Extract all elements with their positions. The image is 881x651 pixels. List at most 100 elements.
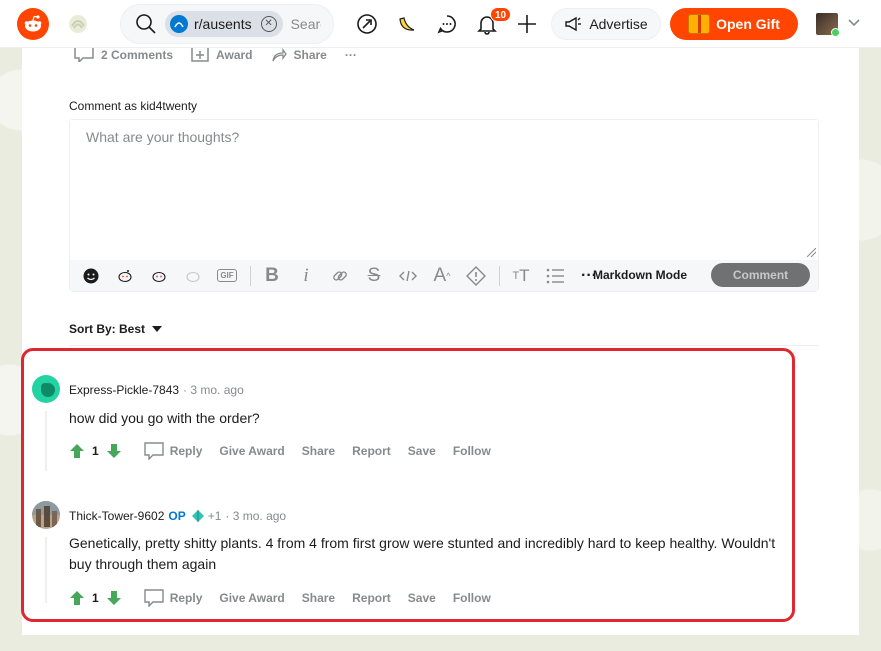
comments-count: 2 Comments	[101, 48, 174, 62]
community-home-icon[interactable]	[66, 12, 90, 36]
reddit-logo-icon[interactable]	[17, 8, 49, 40]
comment-editor: GIF B i S A^ TT ··· Markdown Mode Comme	[69, 119, 819, 292]
thread-line[interactable]	[45, 411, 47, 471]
give-award-button[interactable]: Give Award	[219, 444, 284, 458]
search-icon	[136, 14, 156, 34]
reply-label: Reply	[169, 591, 203, 605]
upvote-icon[interactable]	[69, 443, 85, 459]
award-button[interactable]: Award	[191, 48, 253, 62]
community-filter-chip[interactable]: r/ausents ✕	[165, 11, 283, 37]
emoji-icon[interactable]	[80, 265, 102, 287]
link-icon[interactable]	[329, 265, 351, 287]
share-label: Share	[293, 48, 327, 62]
chat-icon[interactable]	[435, 12, 459, 36]
comment-avatar[interactable]	[32, 375, 60, 403]
gif-label: GIF	[217, 269, 237, 282]
give-award-button[interactable]: Give Award	[219, 591, 284, 605]
formatting-toolbar: GIF B i S A^ TT ··· Markdown Mode Comme	[70, 260, 818, 291]
comment-meta: Express-Pickle-7843 · 3 mo. ago	[69, 383, 244, 397]
comment-author[interactable]: Thick-Tower-9602	[69, 509, 164, 523]
comment-score: 1	[92, 444, 99, 458]
bulleted-list-icon[interactable]	[544, 265, 566, 287]
community-chip-label: r/ausents	[194, 16, 252, 32]
italic-icon[interactable]: i	[295, 265, 317, 287]
share-arrow-icon	[271, 48, 287, 62]
follow-button[interactable]: Follow	[453, 591, 491, 605]
post-actions-bar: 2 Comments Award Share ···	[74, 48, 375, 62]
markdown-mode-toggle[interactable]: Markdown Mode	[593, 268, 687, 282]
toolbar-divider	[499, 265, 500, 286]
comment-timestamp[interactable]: · 3 mo. ago	[225, 509, 286, 523]
divider	[69, 345, 819, 346]
comments-button[interactable]: 2 Comments	[74, 48, 173, 62]
comment-body: how did you go with the order?	[69, 410, 260, 426]
more-options-button[interactable]: ···	[345, 48, 357, 62]
submit-comment-button[interactable]: Comment	[711, 263, 810, 287]
create-post-plus-icon[interactable]	[515, 12, 539, 36]
sort-label: Sort By: Best	[69, 322, 146, 336]
comment-author[interactable]: Express-Pickle-7843	[69, 383, 179, 397]
downvote-icon[interactable]	[106, 590, 122, 606]
comment-as-label: Comment as kid4twenty	[69, 99, 198, 113]
advertise-label: Advertise	[589, 16, 648, 32]
megaphone-icon	[565, 16, 582, 32]
community-avatar-icon	[170, 15, 188, 33]
snoo-heart-eyes-icon[interactable]	[148, 265, 170, 287]
save-button[interactable]: Save	[408, 444, 436, 458]
comment-score: 1	[92, 591, 99, 605]
search-input[interactable]: Search Reddit	[291, 16, 321, 32]
diamond-icon	[191, 510, 204, 522]
superscript-icon[interactable]: A ^	[431, 265, 453, 287]
notification-badge: 10	[490, 7, 511, 22]
report-button[interactable]: Report	[352, 591, 391, 605]
open-gift-button[interactable]: Open Gift	[670, 8, 798, 40]
online-status-dot	[831, 28, 840, 37]
bold-icon[interactable]: B	[261, 265, 283, 287]
advertise-button[interactable]: Advertise	[551, 8, 661, 40]
gif-icon[interactable]: GIF	[216, 265, 238, 287]
reply-label: Reply	[169, 444, 203, 458]
flair-count: +1	[207, 509, 222, 523]
share-button[interactable]: Share	[302, 591, 335, 605]
upvote-icon[interactable]	[69, 590, 85, 606]
comment-item: Thick-Tower-9602 OP +1 · 3 mo. ago Genet…	[32, 501, 792, 611]
gift-box-icon	[688, 14, 711, 34]
reply-button[interactable]: Reply	[143, 442, 203, 460]
inline-code-icon[interactable]	[397, 265, 419, 287]
caret-down-icon	[152, 326, 163, 332]
popular-arrow-icon[interactable]	[355, 12, 379, 36]
award-plus-icon	[191, 48, 209, 62]
heading-icon[interactable]: TT	[510, 265, 532, 287]
sort-dropdown[interactable]: Sort By: Best	[69, 322, 163, 336]
follow-button[interactable]: Follow	[453, 444, 491, 458]
comment-item: Express-Pickle-7843 · 3 mo. ago how did …	[32, 375, 792, 475]
top-nav: r/ausents ✕ Search Reddit 10 Advertise O…	[0, 0, 881, 48]
spoiler-icon[interactable]	[465, 265, 487, 287]
share-button[interactable]: Share	[302, 444, 335, 458]
comment-bubble-icon	[74, 48, 94, 62]
strikethrough-icon[interactable]: S	[363, 265, 385, 287]
toolbar-divider	[250, 265, 251, 286]
snoo-faded-icon[interactable]	[182, 265, 204, 287]
banana-icon[interactable]	[395, 12, 419, 36]
snoo-sticker-icon[interactable]	[114, 265, 136, 287]
chevron-down-icon[interactable]	[847, 16, 861, 30]
downvote-icon[interactable]	[106, 443, 122, 459]
reply-button[interactable]: Reply	[143, 589, 203, 607]
award-label: Award	[216, 48, 253, 62]
report-button[interactable]: Report	[352, 444, 391, 458]
comment-actions: 1 Reply Give Award Share Report Save Fol…	[69, 442, 508, 460]
comment-meta: Thick-Tower-9602 OP +1 · 3 mo. ago	[69, 509, 286, 523]
search-bar[interactable]: r/ausents ✕ Search Reddit	[120, 4, 334, 44]
user-flair[interactable]: +1	[191, 509, 222, 523]
resize-grip-icon[interactable]	[807, 248, 816, 257]
close-icon[interactable]: ✕	[260, 16, 277, 32]
save-button[interactable]: Save	[408, 591, 436, 605]
share-button[interactable]: Share	[271, 48, 327, 62]
comment-body: Genetically, pretty shitty plants. 4 fro…	[69, 535, 776, 572]
comment-textarea[interactable]	[70, 120, 818, 260]
comment-timestamp[interactable]: · 3 mo. ago	[183, 383, 244, 397]
op-badge: OP	[168, 509, 186, 523]
thread-line[interactable]	[45, 537, 47, 603]
comment-avatar[interactable]	[32, 501, 60, 529]
